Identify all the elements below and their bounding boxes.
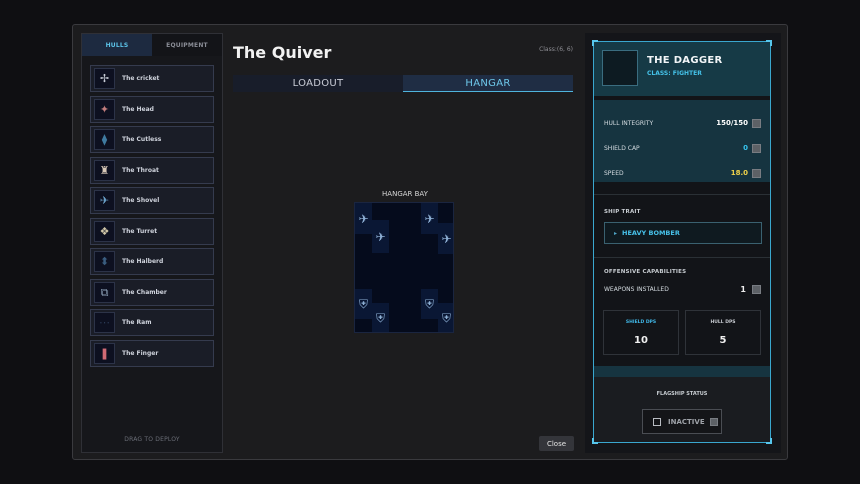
ship-trait: ▸ HEAVY BOMBER xyxy=(604,222,762,244)
hull-name: The Chamber xyxy=(122,288,167,296)
ship-trait-value: HEAVY BOMBER xyxy=(622,229,680,237)
head-ship-icon: ✦ xyxy=(94,98,115,120)
status-indicator xyxy=(709,417,718,426)
flagship-status-label: FLAGSHIP STATUS xyxy=(656,391,708,397)
stat-value: 18.0 xyxy=(730,169,748,177)
ship-detail-panel: THE DAGGER CLASS: FIGHTER HULL INTEGRITY… xyxy=(585,33,781,453)
stat-label: SPEED xyxy=(604,169,624,177)
deploy-hint: DRAG TO DEPLOY xyxy=(124,436,180,443)
halberd-ship-icon: ⬍ xyxy=(94,251,115,272)
page-title: The Quiver xyxy=(233,43,332,62)
card-band xyxy=(594,366,770,377)
hull-list-panel: HULLS EQUIPMENT ✢ The cricket ✦ The Head ⧫ Th… xyxy=(81,33,223,453)
stat-label: HULL INTEGRITY xyxy=(604,119,654,127)
hull-name: The Cutless xyxy=(122,136,162,143)
finger-ship-icon: ❚ xyxy=(94,342,115,364)
stat-label: SHIELD CAP xyxy=(604,144,640,152)
hull-name: The Shovel xyxy=(122,197,160,204)
divider xyxy=(594,257,770,258)
stat-upgrade-toggle[interactable] xyxy=(752,143,761,153)
divider xyxy=(594,194,770,195)
hull-name: The Throat xyxy=(122,166,159,174)
flagship-section: FLAGSHIP STATUS INACTIVE xyxy=(594,377,770,442)
fighter-ship-icon[interactable]: ✈ xyxy=(421,203,438,234)
hull-item[interactable]: ✢ The cricket xyxy=(90,65,214,92)
hull-name: The Finger xyxy=(122,349,159,357)
fighter-ship-icon[interactable]: ✈ xyxy=(438,223,453,254)
ship-header: THE DAGGER CLASS: FIGHTER xyxy=(594,42,770,96)
hull-name: The cricket xyxy=(122,75,160,82)
hull-item[interactable]: ⋯ The Ram xyxy=(90,309,214,336)
stat-value: 150/150 xyxy=(716,119,748,127)
main-tabs: LOADOUT HANGAR xyxy=(233,75,573,92)
hull-dps-label: HULL DPS xyxy=(710,320,736,325)
hull-name: The Head xyxy=(122,105,154,113)
stat-value: 0 xyxy=(743,144,748,152)
ship-name: THE DAGGER xyxy=(647,55,723,66)
tab-hulls[interactable]: HULLS xyxy=(82,34,152,56)
flagship-status-value: INACTIVE xyxy=(668,417,705,426)
turret-ship-icon: ❖ xyxy=(94,220,115,242)
weapons-installed-value: 1 xyxy=(740,285,746,294)
close-button[interactable]: Close xyxy=(539,436,574,451)
weapons-installed-label: WEAPONS INSTALLED xyxy=(604,286,669,293)
shield-dps-box: SHIELD DPS 10 xyxy=(603,310,679,355)
heavy-ship-icon[interactable]: ⛨ xyxy=(372,303,389,332)
hull-list: ✢ The cricket ✦ The Head ⧫ The Cutless ♜ The Th… xyxy=(82,56,222,367)
stat-hull-integrity: HULL INTEGRITY 150/150 xyxy=(604,117,761,129)
offensive-label: OFFENSIVE CAPABILITIES xyxy=(604,269,687,275)
stat-upgrade-toggle[interactable] xyxy=(752,118,761,128)
main-panel: The Quiver Class:(6, 6) LOADOUT HANGAR H… xyxy=(225,33,574,453)
chevron-right-icon: ▸ xyxy=(614,229,618,237)
cutless-ship-icon: ⧫ xyxy=(94,129,115,150)
hangar-bay-grid[interactable]: ✈ ✈ ✈ ✈ ⛨ ⛨ ⛨ ⛨ xyxy=(354,202,454,333)
fighter-ship-icon[interactable]: ✈ xyxy=(372,220,389,253)
heavy-ship-icon[interactable]: ⛨ xyxy=(421,289,438,319)
left-tabs: HULLS EQUIPMENT xyxy=(82,34,222,56)
ship-stats: HULL INTEGRITY 150/150 SHIELD CAP 0 SPEE… xyxy=(594,100,770,182)
ship-trait-label: SHIP TRAIT xyxy=(604,209,641,215)
hull-dps-value: 5 xyxy=(719,335,727,346)
fighter-ship-icon[interactable]: ✈ xyxy=(355,203,372,234)
hull-item[interactable]: ⬍ The Halberd xyxy=(90,248,214,275)
tab-loadout[interactable]: LOADOUT xyxy=(233,75,403,92)
hull-item[interactable]: ✦ The Head xyxy=(90,95,214,123)
hull-item[interactable]: ❖ The Turret xyxy=(90,217,214,245)
ram-ship-icon: ⋯ xyxy=(94,312,115,333)
ship-card: THE DAGGER CLASS: FIGHTER HULL INTEGRITY… xyxy=(592,40,772,444)
weapons-toggle[interactable] xyxy=(752,285,761,294)
ship-class: CLASS: FIGHTER xyxy=(647,70,702,77)
class-coordinate: Class:(6, 6) xyxy=(539,46,573,53)
heavy-ship-icon[interactable]: ⛨ xyxy=(438,303,453,332)
shield-dps-label: SHIELD DPS xyxy=(625,320,657,325)
stat-upgrade-toggle[interactable] xyxy=(752,168,761,178)
ship-portrait xyxy=(602,50,638,86)
hull-item[interactable]: ✈ The Shovel xyxy=(90,187,214,214)
hull-name: The Halberd xyxy=(122,258,164,265)
hull-item[interactable]: ♜ The Throat xyxy=(90,156,214,184)
hull-item[interactable]: ⧫ The Cutless xyxy=(90,126,214,153)
throat-ship-icon: ♜ xyxy=(94,159,115,181)
hull-dps-box: HULL DPS 5 xyxy=(685,310,761,355)
tab-equipment[interactable]: EQUIPMENT xyxy=(152,34,222,56)
stat-speed: SPEED 18.0 xyxy=(604,167,761,179)
hull-item[interactable]: ❚ The Finger xyxy=(90,339,214,367)
cricket-ship-icon: ✢ xyxy=(94,68,115,89)
hull-item[interactable]: ⧉ The Chamber xyxy=(90,278,214,306)
tab-hangar[interactable]: HANGAR xyxy=(403,75,573,92)
stat-shield-cap: SHIELD CAP 0 xyxy=(604,142,761,154)
hull-name: The Ram xyxy=(122,319,152,326)
weapons-installed-row: WEAPONS INSTALLED 1 xyxy=(604,285,761,294)
checkbox[interactable] xyxy=(653,417,661,426)
flagship-toggle[interactable]: INACTIVE xyxy=(642,409,722,434)
shovel-ship-icon: ✈ xyxy=(94,190,115,211)
chamber-ship-icon: ⧉ xyxy=(94,281,115,303)
shield-dps-value: 10 xyxy=(634,335,648,346)
fleet-window: HULLS EQUIPMENT ✢ The cricket ✦ The Head ⧫ Th… xyxy=(72,24,788,460)
hangar-bay-label: HANGAR BAY xyxy=(382,190,428,198)
heavy-ship-icon[interactable]: ⛨ xyxy=(355,289,372,319)
hull-name: The Turret xyxy=(122,227,158,235)
